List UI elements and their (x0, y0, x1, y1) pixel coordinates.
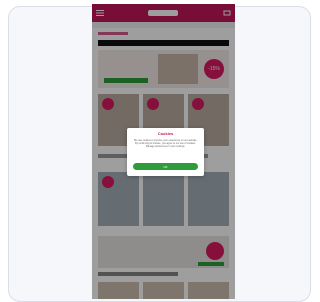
cookie-dialog: Cookies We use cookies to improve your e… (127, 128, 204, 176)
dialog-title: Cookies (157, 131, 174, 136)
dialog-body: We use cookies to improve your experienc… (133, 139, 198, 148)
accept-button[interactable]: OK (133, 163, 198, 170)
